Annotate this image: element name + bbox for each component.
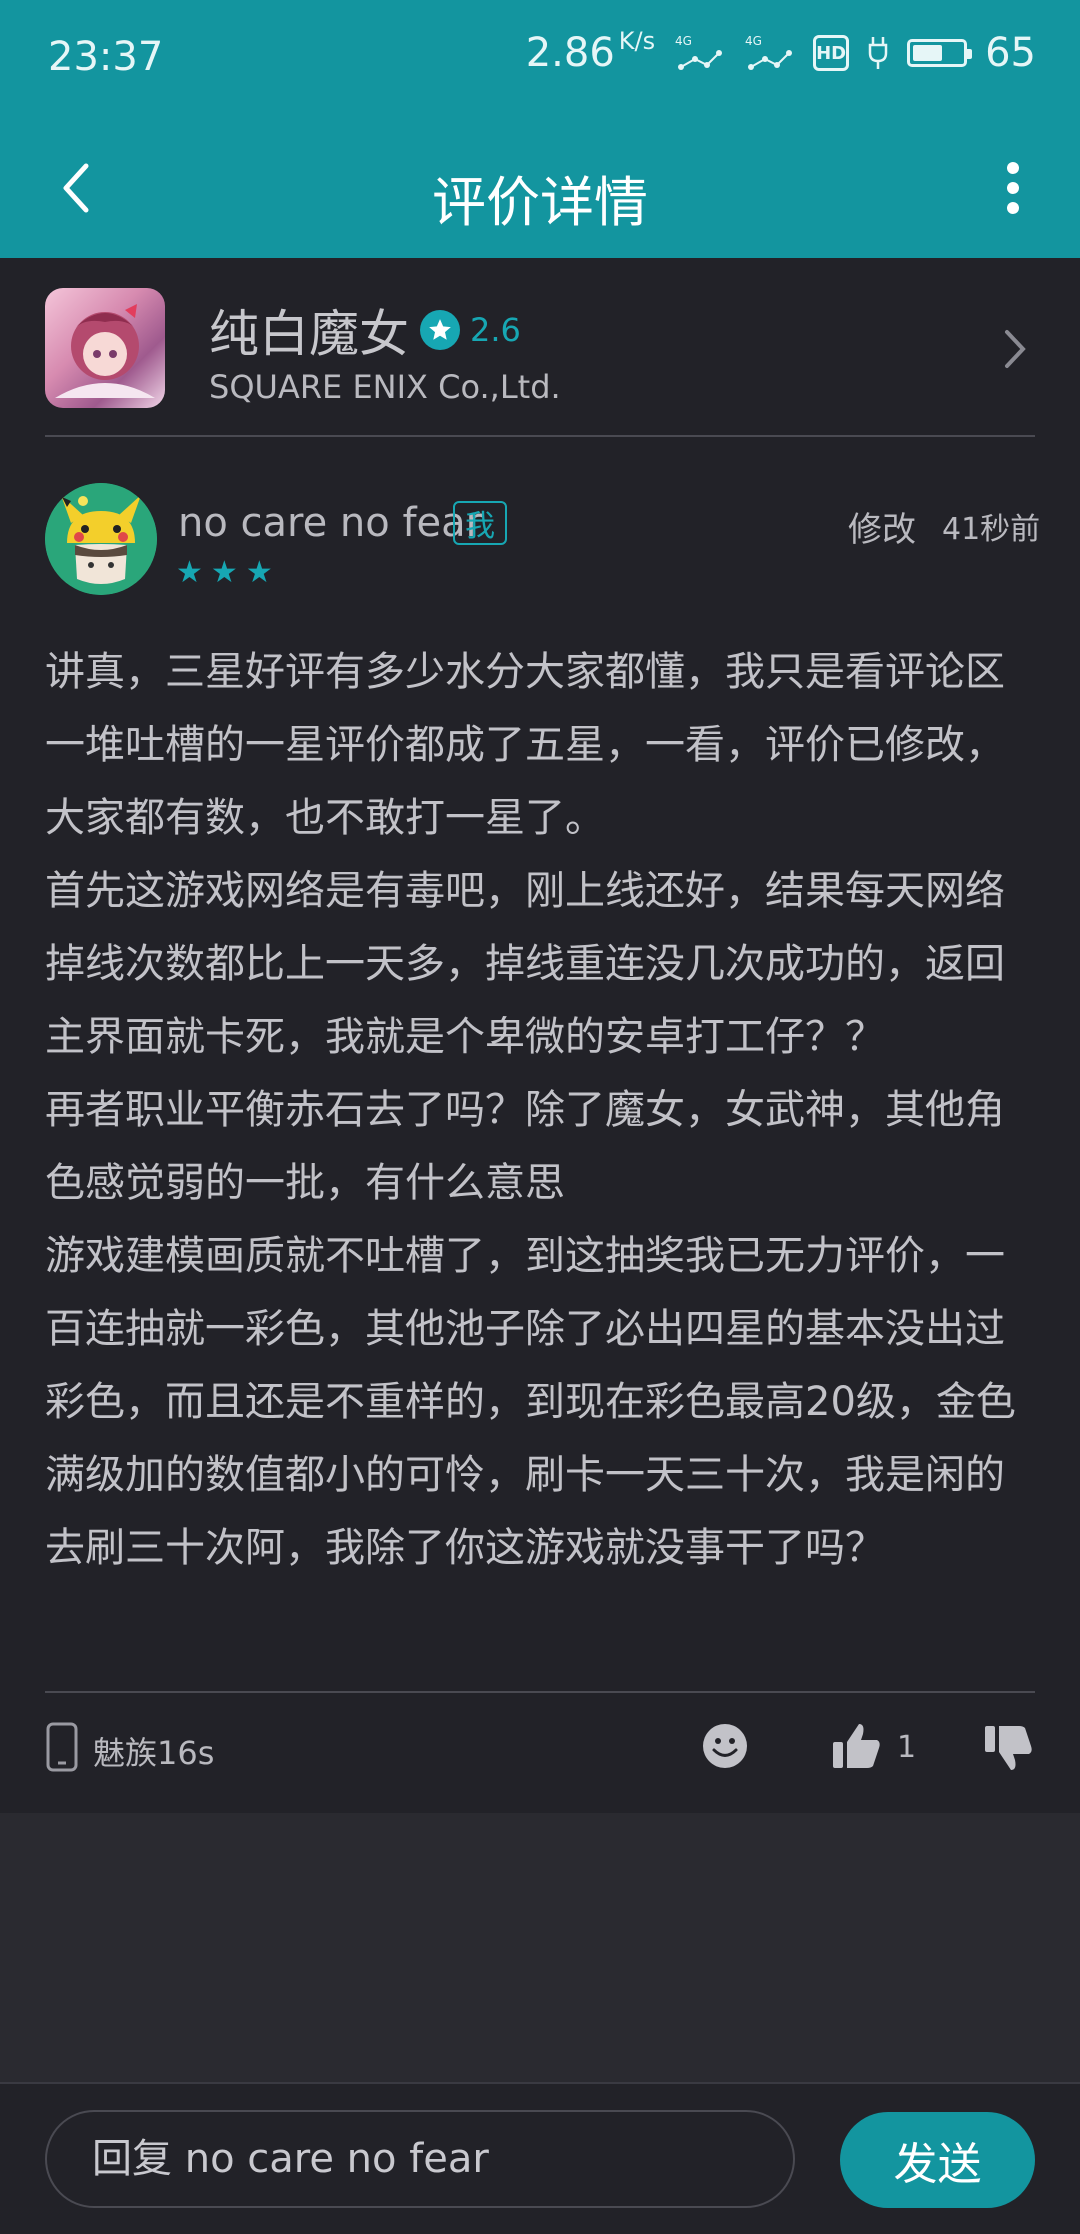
thumbs-down-icon[interactable] xyxy=(983,1722,1035,1774)
game-info-row[interactable]: 纯白魔女 2.6 SQUARE ENIX Co.,Ltd. xyxy=(45,288,1035,428)
status-indicators: 2.86 K/s 4G 4G HD 65 xyxy=(525,27,1036,76)
developer-name: SQUARE ENIX Co.,Ltd. xyxy=(209,368,561,406)
signal-4g-icon: 4G xyxy=(675,34,723,70)
phone-icon xyxy=(46,1722,78,1772)
review-paragraph: 再者职业平衡赤石去了吗？除了魔女，女武神，其他角色感觉弱的一批，有什么意思 xyxy=(45,1087,1005,1206)
like-count: 1 xyxy=(897,1730,917,1765)
net1-label: 4G xyxy=(675,34,692,48)
review-paragraph: 首先这游戏网络是有毒吧，刚上线还好，结果每天网络掉线次数都比上一天多，掉线重连没… xyxy=(45,868,1005,1060)
divider xyxy=(45,435,1035,437)
review-card: 纯白魔女 2.6 SQUARE ENIX Co.,Ltd. no care no… xyxy=(0,258,1080,1813)
star-icon: ★ xyxy=(176,555,203,590)
battery-fill xyxy=(913,45,943,61)
divider xyxy=(45,1691,1035,1693)
reply-bar: 发送 xyxy=(0,2082,1080,2234)
device-name: 魅族16s xyxy=(93,1734,215,1772)
speed-unit: K/s xyxy=(618,27,656,55)
network-speed: 2.86 K/s xyxy=(525,27,656,76)
emoji-reaction-button[interactable] xyxy=(701,1722,749,1770)
avatar[interactable] xyxy=(45,483,157,595)
status-time: 23:37 xyxy=(48,34,164,80)
charging-icon xyxy=(868,37,888,69)
reply-input[interactable] xyxy=(45,2110,795,2208)
me-badge: 我 xyxy=(453,501,507,545)
review-paragraph: 讲真，三星好评有多少水分大家都懂，我只是看评论区一堆吐槽的一星评价都成了五星，一… xyxy=(45,649,1005,841)
game-rating: 2.6 xyxy=(420,310,521,350)
review-username[interactable]: no care no fear xyxy=(178,500,482,546)
game-name: 纯白魔女 xyxy=(209,305,409,363)
game-art-icon xyxy=(55,304,155,398)
review-body: 讲真，三星好评有多少水分大家都懂，我只是看评论区一堆吐槽的一星评价都成了五星，一… xyxy=(45,636,1035,1585)
chevron-right-icon xyxy=(1005,330,1026,368)
battery-percent: 65 xyxy=(985,30,1036,76)
game-icon xyxy=(45,288,165,408)
review-paragraph: 游戏建模画质就不吐槽了，到这抽奖我已无力评价，一百连抽就一彩色，其他池子除了必出… xyxy=(45,1233,1016,1571)
pikachu-avatar-icon xyxy=(45,483,157,595)
more-options-button[interactable] xyxy=(978,148,1048,228)
signal-4g-2-icon: 4G xyxy=(745,34,793,70)
page-title: 评价详情 xyxy=(432,171,648,234)
rating-value: 2.6 xyxy=(470,311,521,349)
hd-voice-icon: HD xyxy=(813,35,850,71)
send-button[interactable]: 发送 xyxy=(840,2112,1035,2208)
net2-label: 4G xyxy=(745,34,762,48)
battery-icon xyxy=(907,39,973,67)
review-footer: 魅族16s 1 xyxy=(45,1708,1035,1788)
review-timestamp: 41秒前 xyxy=(942,512,1041,547)
star-icon: ★ xyxy=(210,555,238,590)
status-bar: 23:37 2.86 K/s 4G 4G HD 65 xyxy=(0,0,1080,120)
more-vertical-icon xyxy=(1007,162,1019,214)
review-stars: ★ ★ ★ xyxy=(176,558,273,588)
star-icon: ★ xyxy=(245,555,273,590)
edit-review-link[interactable]: 修改 xyxy=(848,502,916,551)
rating-star-icon xyxy=(420,310,460,350)
thumbs-up-icon[interactable] xyxy=(831,1720,883,1772)
app-bar: 评价详情 xyxy=(0,120,1080,258)
